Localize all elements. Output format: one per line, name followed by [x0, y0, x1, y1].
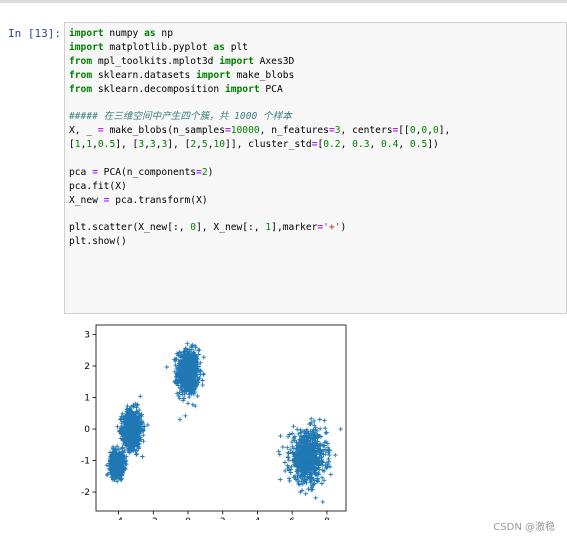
code-token: import [69, 28, 104, 39]
top-divider [0, 0, 567, 3]
y-tick-label: -2 [81, 488, 90, 498]
code-line: ##### 在三维空间中产生四个簇，共 1000 个样本 [69, 110, 566, 124]
code-line: plt.show() [69, 235, 566, 249]
x-tick-label: 6 [289, 517, 295, 520]
code-token: matplotlib.pyplot [103, 41, 214, 53]
y-tick-label: -1 [81, 457, 90, 467]
code-line: import numpy as np [69, 27, 566, 41]
code-token: Axes3D [253, 55, 295, 67]
y-tick-label: 3 [84, 330, 90, 340]
code-line: X, _ = make_blobs(n_samples=10000, n_fea… [69, 124, 566, 138]
code-line: plt.scatter(X_new[:, 0], X_new[:, 1],mar… [69, 221, 566, 235]
code-token: , [369, 139, 382, 151]
code-line: [1,1,0.5], [3,3,3], [2,5,10]], cluster_s… [69, 138, 566, 152]
code-token: ]) [427, 139, 439, 151]
code-line: pca.fit(X) [69, 180, 566, 194]
code-token: sklearn.decomposition [92, 83, 225, 95]
cell-output: -4 -2 0 2 4 6 8 3 2 1 0 -1 -2 [64, 320, 567, 541]
code-token: from [69, 55, 93, 67]
code-token: [[ [398, 125, 410, 137]
code-token: as [213, 41, 225, 53]
code-token: 0.5 [409, 139, 428, 151]
code-token: numpy [103, 28, 145, 39]
code-token: ], [ [167, 139, 191, 151]
code-token: 10000 [230, 125, 260, 137]
code-token: PCA(n_components [97, 166, 197, 178]
code-token: ) [340, 222, 347, 234]
code-block[interactable]: import numpy as np import matplotlib.pypl… [65, 23, 566, 249]
code-token: , n_features [259, 125, 329, 137]
code-token: import [196, 69, 231, 81]
code-token: from [69, 69, 93, 81]
code-token: ],marker [271, 222, 318, 234]
code-token: ], [438, 125, 451, 137]
code-token: , [398, 139, 410, 151]
x-tick-label: 8 [324, 517, 330, 520]
code-token: import [69, 41, 104, 53]
scatter-plot: -4 -2 0 2 4 6 8 3 2 1 0 -1 -2 [81, 324, 347, 520]
code-token: as [144, 28, 156, 39]
code-token: , [340, 139, 353, 151]
code-token: pca.transform(X) [109, 194, 208, 206]
x-tick-label: 0 [185, 517, 191, 520]
code-line: import matplotlib.pyplot as plt [69, 41, 566, 55]
code-token: sklearn.datasets [92, 69, 197, 81]
code-token: X, _ [69, 125, 98, 137]
watermark: CSDN @激稳 [493, 522, 555, 533]
code-token: ) [207, 166, 214, 178]
code-token: plt.scatter(X_new[:, [69, 222, 191, 234]
x-tick-label: -2 [149, 517, 158, 520]
code-line: from mpl_toolkits.mplot3d import Axes3D [69, 55, 566, 69]
y-tick-label: 1 [84, 394, 90, 404]
code-token: ]], cluster_std [225, 139, 312, 151]
cluster-4-points [276, 416, 343, 505]
code-token: make_blobs [230, 69, 295, 81]
y-tick-label: 0 [84, 425, 90, 435]
code-token: plt [224, 41, 249, 53]
code-token: plt.show() [69, 236, 127, 248]
y-tick-label: 2 [84, 362, 90, 372]
code-token: pca [69, 166, 93, 178]
code-cell-editor[interactable]: import numpy as np import matplotlib.pypl… [64, 22, 567, 314]
code-token: ##### 在三维空间中产生四个簇，共 1000 个样本 [69, 111, 292, 123]
code-token: np [155, 28, 173, 39]
code-line: pca = PCA(n_components=2) [69, 166, 566, 180]
code-token: ], X_new[:, [196, 222, 266, 234]
x-tick-label: 4 [255, 517, 261, 520]
code-token: ], [ [115, 139, 139, 151]
x-tick-label: -4 [114, 517, 123, 520]
code-token: 0.3 [352, 139, 370, 151]
code-token: '+' [323, 222, 341, 234]
code-token: import [219, 55, 254, 67]
code-token: PCA [259, 83, 283, 95]
code-token: mpl_toolkits.mplot3d [92, 55, 220, 67]
code-token: 0.4 [381, 139, 399, 151]
code-token: from [69, 83, 93, 95]
code-line: from sklearn.decomposition import PCA [69, 83, 566, 97]
code-token: import [224, 83, 260, 95]
code-token: , centers [340, 125, 393, 137]
code-line: from sklearn.datasets import make_blobs [69, 69, 566, 83]
x-tick-label: 2 [220, 517, 226, 520]
cell-prompt: In [13]: [8, 27, 61, 40]
code-token: X_new [69, 194, 104, 206]
code-token: 0.2 [323, 139, 341, 151]
ticks-layer: -4 -2 0 2 4 6 8 3 2 1 0 -1 -2 [81, 330, 330, 520]
code-line: X_new = pca.transform(X) [69, 194, 566, 208]
cluster-1-points [164, 341, 206, 422]
points-layer [104, 341, 343, 505]
code-token: pca.fit(X) [69, 180, 127, 192]
code-token: 0.5 [97, 139, 116, 151]
code-token: 10 [213, 139, 226, 151]
code-token: make_blobs(n_samples [103, 125, 225, 137]
